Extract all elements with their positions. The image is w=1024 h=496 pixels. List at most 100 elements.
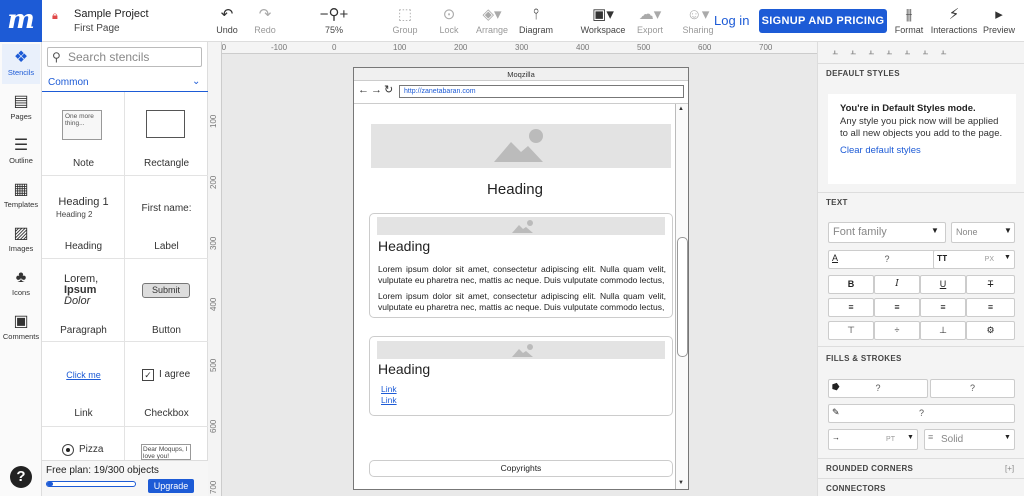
align-right-icon[interactable]: ≡ <box>920 298 966 317</box>
export-button[interactable]: ☁▾ Export <box>634 5 666 35</box>
stencil-button[interactable]: Submit Button <box>125 258 208 341</box>
hero-image-placeholder <box>371 124 671 168</box>
italic-button[interactable]: I <box>874 275 920 294</box>
stencil-heading[interactable]: Heading 1 Heading 2 Heading <box>42 175 125 258</box>
card-paragraph: Lorem ipsum dolor sit amet, consectetur … <box>378 264 666 285</box>
plan-footer: Free plan: 19/300 objects Upgrade <box>42 460 208 496</box>
club-icon: ♣ <box>15 269 27 286</box>
browser-nav-icons[interactable]: ←→↻ <box>358 83 395 96</box>
section-title[interactable]: CONNECTORS <box>818 484 1024 493</box>
strikethrough-button[interactable]: T <box>966 275 1015 294</box>
align-center-icon[interactable]: ≡ <box>874 298 920 317</box>
nav-comments[interactable]: ▣ Comments <box>0 312 42 341</box>
scroll-up-icon[interactable]: ▲ <box>678 106 684 112</box>
underline-button[interactable]: U <box>920 275 966 294</box>
undo-button[interactable]: ↶ Undo <box>214 5 240 35</box>
stencil-textarea[interactable]: Dear Moqups, I love you! <box>125 426 208 460</box>
stencil-note[interactable]: One more thing... Note <box>42 92 125 175</box>
nav-images[interactable]: ▨ Images <box>0 224 42 253</box>
heading-preview-2: Heading 2 <box>56 210 93 219</box>
stencil-radio[interactable]: Pizza <box>42 426 125 460</box>
canvas-area[interactable]: -200-1000100200300400500600700800 100200… <box>208 42 817 496</box>
stroke-width-icon: → <box>832 433 840 442</box>
card-heading: Heading <box>378 238 431 254</box>
valign-middle-icon[interactable]: ÷ <box>874 321 920 340</box>
content-card[interactable]: Heading Lorem ipsum dolor sit amet, cons… <box>369 213 673 318</box>
font-color-icon: A <box>832 253 839 263</box>
radio-icon <box>62 444 74 456</box>
stroke-width-field[interactable]: PT <box>828 429 918 450</box>
clear-default-styles-link[interactable]: Clear default styles <box>840 145 1004 156</box>
bold-button[interactable]: B <box>828 275 874 294</box>
zoom-control[interactable]: −⚲︎+ 75% <box>314 5 354 35</box>
align-justify-icon[interactable]: ≡ <box>966 298 1015 317</box>
stencil-label: Note <box>72 158 95 169</box>
url-field[interactable]: http://zanetabaran.com <box>399 85 684 98</box>
nav-pages[interactable]: ▤ Pages <box>0 92 42 121</box>
stencil-link[interactable]: Click me Link <box>42 341 125 426</box>
search-input[interactable]: Search stencils <box>47 47 202 67</box>
scroll-down-icon[interactable]: ▼ <box>678 480 684 486</box>
fill-color-field[interactable]: ? <box>828 379 928 398</box>
group-button[interactable]: ⬚ Group <box>392 5 418 35</box>
interactions-button[interactable]: ⚡︎ Interactions <box>930 5 978 35</box>
font-family-select[interactable]: Font family <box>828 222 946 243</box>
redo-button[interactable]: ↷ Redo <box>252 5 278 35</box>
align-left-icon[interactable]: ≡ <box>828 298 874 317</box>
lock-button[interactable]: ⊙ Lock <box>436 5 462 35</box>
label-preview: First name: <box>141 203 192 214</box>
ruler-tick-label: 300 <box>515 43 529 52</box>
image-icon <box>512 344 533 357</box>
chevron-down-icon[interactable]: ⌄ <box>192 76 200 87</box>
plan-progress-fill <box>47 482 53 486</box>
footer-bar[interactable]: Copyrights <box>369 460 673 477</box>
user-add-icon: ☺▾ <box>686 6 710 23</box>
card-link[interactable]: Link <box>381 384 397 394</box>
section-title[interactable]: ROUNDED CORNERS <box>818 464 1024 473</box>
card-link[interactable]: Link <box>381 395 397 405</box>
expand-toggle[interactable]: [+] <box>1005 464 1014 473</box>
stencil-rectangle[interactable]: Rectangle <box>125 92 208 175</box>
stencil-paragraph[interactable]: Lorem, Ipsum Dolor Paragraph <box>42 258 125 341</box>
content-card[interactable]: Heading Link Link <box>369 336 673 416</box>
sharing-button[interactable]: ☺▾ Sharing <box>680 5 716 35</box>
workspace-button[interactable]: ▣▾ Workspace <box>580 5 626 35</box>
valign-bottom-icon[interactable]: ⊥ <box>920 321 966 340</box>
format-button[interactable]: ⫵ Format <box>894 5 924 35</box>
moqups-logo[interactable]: m <box>0 0 42 42</box>
alignment-toolbar[interactable]: ⫠⫠⫠⫠⫠⫠⫠ <box>818 42 1024 64</box>
nav-outline[interactable]: ☰ Outline <box>0 136 42 165</box>
diagram-button[interactable]: ⫯ Diagram <box>518 5 554 35</box>
scrollbar[interactable]: ▲ ▼ <box>675 104 688 489</box>
fill-opacity-field[interactable]: ? <box>930 379 1015 398</box>
upgrade-button[interactable]: Upgrade <box>148 479 194 493</box>
text-settings-gear-icon[interactable]: ⚙︎ <box>966 321 1015 340</box>
nav-stencils[interactable]: ❖ Stencils <box>0 48 42 77</box>
stencil-label-item[interactable]: First name: Label <box>125 175 208 258</box>
ruler-tick-label: 200 <box>454 43 468 52</box>
category-label[interactable]: Common <box>48 77 89 88</box>
padlock-icon: ⊙ <box>442 6 456 23</box>
nav-icons[interactable]: ♣ Icons <box>0 268 42 297</box>
stencil-checkbox[interactable]: ✓ I agree Checkbox <box>125 341 208 426</box>
lock-icon[interactable]: 🔒︎ <box>52 10 58 23</box>
stroke-style-select[interactable]: Solid <box>924 429 1015 450</box>
nav-templates[interactable]: ▦ Templates <box>0 180 42 209</box>
login-link[interactable]: Log in <box>714 13 749 28</box>
section-title: TEXT <box>826 198 848 207</box>
ruler-tick-label: 400 <box>576 43 590 52</box>
templates-icon: ▦ <box>13 181 29 198</box>
search-icon: ⚲︎ <box>52 50 61 64</box>
scrollbar-thumb[interactable] <box>677 237 688 357</box>
arrange-button[interactable]: ◈▾ Arrange <box>475 5 509 35</box>
signup-button[interactable]: SIGNUP AND PRICING <box>759 9 887 33</box>
project-title[interactable]: Sample Project <box>74 8 149 20</box>
browser-mockup[interactable]: Moqzilla ←→↻ http://zanetabaran.com ▲ ▼ … <box>353 67 689 490</box>
help-icon[interactable]: ? <box>10 466 32 488</box>
font-color-field[interactable]: ? <box>828 250 946 269</box>
valign-top-icon[interactable]: ⊤ <box>828 321 874 340</box>
page-name[interactable]: First Page <box>74 23 120 34</box>
stroke-color-field[interactable]: ? <box>828 404 1015 423</box>
preview-button[interactable]: ▸ Preview <box>983 5 1015 35</box>
play-icon: ▸ <box>995 6 1003 23</box>
